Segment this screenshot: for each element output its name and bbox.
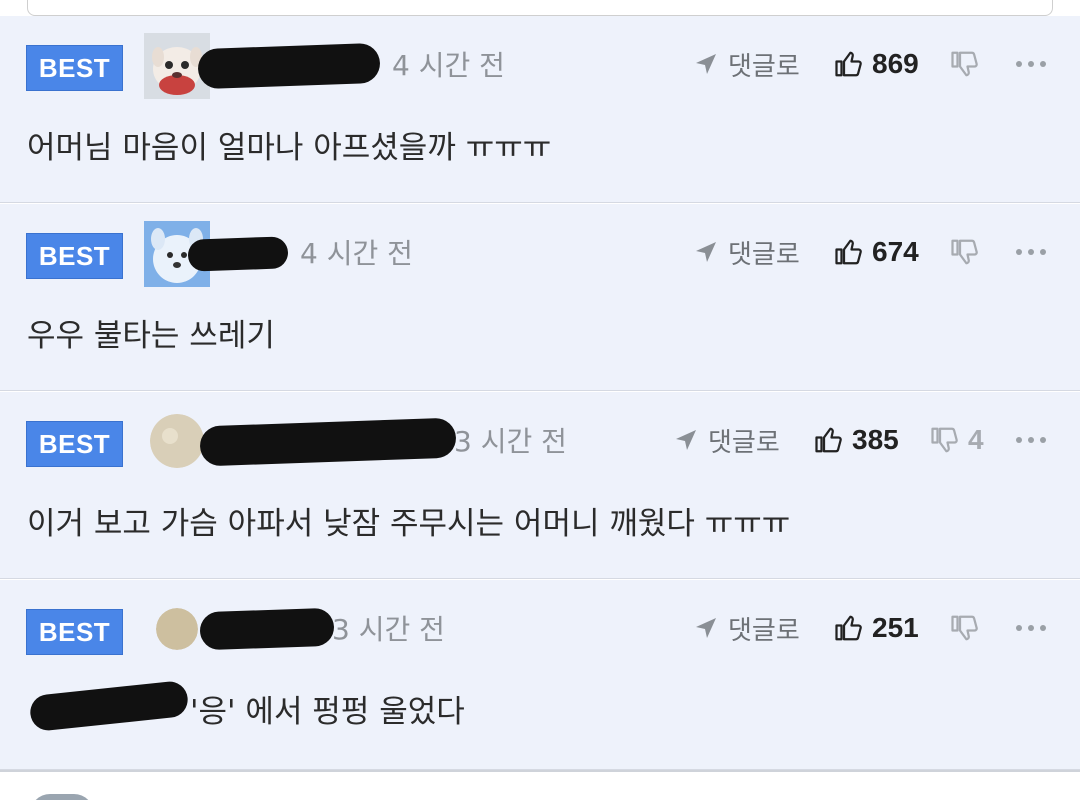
best-badge: BEST [26, 45, 123, 91]
like-button[interactable]: 385 [814, 420, 899, 460]
thumbs-down-icon [931, 427, 958, 453]
like-count: 869 [872, 48, 919, 79]
redacted-username [197, 42, 381, 90]
reply-label: 댓글로 [728, 239, 800, 270]
dislike-count: 4 [968, 424, 984, 455]
more-dots-icon[interactable] [1016, 44, 1046, 84]
reply-button[interactable]: 댓글로 [694, 232, 800, 272]
comment-text: '응' 에서 펑펑 울었다 [190, 694, 465, 730]
like-button[interactable]: 869 [834, 44, 919, 84]
like-button[interactable]: 674 [834, 232, 919, 272]
comment-time: 4 시간 전 [300, 237, 413, 270]
comment-item: BEST 3 시간 전 댓글로 251 '응' 에서 펑펑 울었다 [0, 580, 1080, 770]
best-badge: BEST [26, 609, 123, 655]
comment-text: 우우 불타는 쓰레기 [27, 318, 275, 354]
reply-label: 댓글로 [728, 615, 800, 646]
comment-text: 어머님 마음이 얼마나 아프셨을까 ㅠㅠㅠ [27, 130, 552, 166]
thumbs-down-icon [951, 51, 978, 77]
reply-button[interactable]: 댓글로 [694, 44, 800, 84]
reply-button[interactable]: 댓글로 [674, 420, 780, 460]
redacted-username [187, 236, 289, 272]
dislike-button[interactable] [950, 608, 988, 648]
reply-button[interactable]: 댓글로 [694, 608, 800, 648]
send-arrow-icon [676, 430, 696, 450]
avatar-image [156, 608, 198, 650]
redacted-username [199, 607, 335, 651]
avatar-image [150, 414, 204, 468]
more-dots-icon[interactable] [1016, 232, 1046, 272]
like-button[interactable]: 251 [834, 608, 919, 648]
comment-item: BEST 4 시간 전 댓글로 869 어머님 마음이 얼마나 아프셨을까 ㅠㅠ… [0, 16, 1080, 203]
send-arrow-icon [696, 242, 716, 262]
redacted-username [199, 417, 457, 467]
reply-label: 댓글로 [708, 427, 780, 458]
more-dots-icon[interactable] [1016, 608, 1046, 648]
comment-time: 3 시간 전 [454, 425, 567, 458]
avatar[interactable] [156, 608, 198, 650]
comment-list-page: BEST 4 시간 전 댓글로 869 어머님 마음이 얼마나 아프셨을까 ㅠㅠ… [0, 0, 1080, 800]
like-count: 674 [872, 236, 919, 267]
avatar[interactable] [150, 414, 204, 468]
thumbs-up-icon [835, 51, 862, 77]
thumbs-down-icon [951, 615, 978, 641]
send-arrow-icon [696, 54, 716, 74]
comment-input-area [0, 0, 1080, 16]
comment-input[interactable] [27, 0, 1053, 16]
comment-item: BEST 3 시간 전 댓글로 385 4 이거 보고 가슴 아파서 낮잠 주무… [0, 392, 1080, 579]
comment-time: 3 시간 전 [332, 613, 445, 646]
dislike-button[interactable] [950, 232, 988, 272]
like-count: 385 [852, 424, 899, 455]
thumbs-up-icon [815, 427, 842, 453]
next-comment-preview [0, 770, 1080, 800]
thumbs-down-icon [951, 239, 978, 265]
best-badge: BEST [26, 233, 123, 279]
more-dots-icon[interactable] [1016, 420, 1046, 460]
comment-time: 4 시간 전 [392, 49, 505, 82]
dislike-button[interactable] [950, 44, 988, 84]
redacted-text [28, 679, 190, 733]
dislike-button[interactable]: 4 [930, 420, 984, 460]
comment-text: 이거 보고 가슴 아파서 낮잠 주무시는 어머니 깨웠다 ㅠㅠㅠ [27, 506, 791, 542]
best-badge: BEST [26, 421, 123, 467]
reply-label: 댓글로 [728, 51, 800, 82]
thumbs-up-icon [835, 239, 862, 265]
avatar [30, 794, 94, 800]
send-arrow-icon [696, 618, 716, 638]
like-count: 251 [872, 612, 919, 643]
thumbs-up-icon [835, 615, 862, 641]
comment-item: BEST 4 시간 전 댓글로 674 우우 불타는 쓰레기 [0, 204, 1080, 391]
